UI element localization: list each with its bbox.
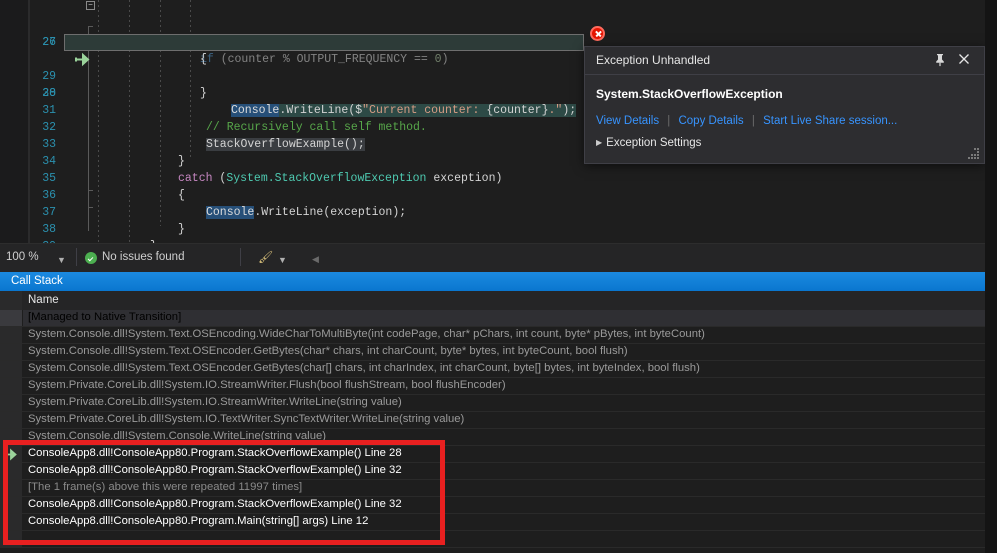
call-stack-row[interactable]: [Managed to Native Transition] [0,310,985,327]
row-gutter [0,429,23,445]
issues-status-label[interactable]: No issues found [102,251,184,263]
call-stack-frame-label: System.Private.CoreLib.dll!System.IO.Str… [28,379,506,391]
exception-popup-titlebar: Exception Unhandled [585,47,984,75]
call-stack-panel[interactable]: Name [Managed to Native Transition] Syste… [0,291,997,553]
row-gutter [0,514,23,530]
call-stack-row[interactable]: System.Private.CoreLib.dll!System.IO.Tex… [0,412,985,429]
call-stack-row[interactable]: System.Console.dll!System.Console.WriteL… [0,429,985,446]
call-stack-frame-label: System.Console.dll!System.Text.OSEncoder… [28,362,700,374]
chevron-right-icon: ▶ [596,138,603,147]
exception-settings-expander[interactable]: ▶ Exception Settings [596,137,701,149]
row-gutter [0,310,23,326]
link-separator: | [751,115,755,127]
pin-icon[interactable] [932,52,948,68]
call-stack-column-header[interactable]: Name [0,291,985,311]
call-stack-row[interactable]: System.Console.dll!System.Text.OSEncoder… [0,361,985,378]
call-stack-row[interactable]: [The 1 frame(s) above this were repeated… [0,480,985,497]
call-stack-row[interactable]: ConsoleApp8.dll!ConsoleApp80.Program.Sta… [0,497,985,514]
chevron-down-icon[interactable]: ▼ [278,255,287,265]
call-stack-rows[interactable]: [Managed to Native Transition] System.Con… [0,310,985,548]
call-stack-frame-label: System.Console.dll!System.Text.OSEncodin… [28,328,705,340]
current-line-highlight [64,34,584,51]
call-stack-panel-header[interactable]: Call Stack [0,272,985,291]
code-cleanup-brush-icon[interactable]: 🖌 [258,250,273,264]
call-stack-frame-label: System.Private.CoreLib.dll!System.IO.Tex… [28,413,465,425]
row-gutter [0,480,23,496]
code-line[interactable]: − 26 if (counter % OUTPUT_FREQUENCY == 0… [0,0,985,66]
exception-helper-popup[interactable]: Exception Unhandled System.StackOverflow… [584,46,985,164]
exception-type-label: System.StackOverflowException [596,87,783,101]
call-stack-frame-label: ConsoleApp8.dll!ConsoleApp80.Program.Sta… [28,498,402,510]
window-right-edge [985,0,997,553]
row-gutter [0,361,23,377]
row-gutter [0,395,23,411]
code-line[interactable]: 38 } [0,204,985,243]
view-details-link[interactable]: View Details [596,115,659,127]
status-separator [240,248,241,266]
resize-grip-icon[interactable] [968,148,980,160]
call-stack-frame-label: System.Console.dll!System.Text.OSEncoder… [28,345,628,357]
call-stack-row[interactable]: ConsoleApp8.dll!ConsoleApp80.Program.Mai… [0,514,985,531]
call-stack-row[interactable]: System.Private.CoreLib.dll!System.IO.Str… [0,395,985,412]
collapse-outline-icon[interactable]: − [86,1,95,10]
call-stack-row[interactable]: ConsoleApp8.dll!ConsoleApp80.Program.Sta… [0,463,985,480]
exception-popup-title: Exception Unhandled [596,53,711,67]
call-stack-frame-label: [Managed to Native Transition] [28,311,182,323]
row-gutter [0,497,23,513]
start-live-share-link[interactable]: Start Live Share session... [763,115,897,127]
call-stack-title: Call Stack [11,275,63,287]
column-header-name[interactable]: Name [28,294,59,306]
call-stack-frame-label: System.Private.CoreLib.dll!System.IO.Str… [28,396,402,408]
row-gutter [0,327,23,343]
zoom-level-label[interactable]: 100 % [6,251,39,263]
scroll-left-icon[interactable]: ◀ [312,254,319,265]
row-gutter [0,378,23,394]
editor-status-bar: 100 % ▼ No issues found 🖌 ▼ ◀ [0,243,997,273]
row-gutter [0,344,23,360]
status-separator [76,248,77,266]
close-icon[interactable] [956,52,972,68]
call-stack-frame-label: ConsoleApp8.dll!ConsoleApp80.Program.Sta… [28,464,402,476]
code-line[interactable]: 27 { [0,17,985,66]
call-stack-row[interactable]: System.Console.dll!System.Text.OSEncoder… [0,344,985,361]
call-stack-frame-label: System.Console.dll!System.Console.WriteL… [28,430,327,442]
call-stack-row[interactable]: System.Console.dll!System.Text.OSEncodin… [0,327,985,344]
column-header-gutter [0,291,22,310]
copy-details-link[interactable]: Copy Details [678,115,743,127]
code-line[interactable]: 39 } [0,221,985,243]
call-stack-frame-label: [The 1 frame(s) above this were repeated… [28,481,303,493]
check-circle-icon [85,252,97,264]
code-line[interactable]: 36 Console.WriteLine(exception); [0,170,985,219]
call-stack-row[interactable]: System.Private.CoreLib.dll!System.IO.Str… [0,378,985,395]
row-gutter [0,463,23,479]
call-stack-frame-label: ConsoleApp8.dll!ConsoleApp80.Program.Sta… [28,447,402,459]
link-separator: | [667,115,671,127]
current-frame-arrow-icon [3,448,19,461]
current-statement-arrow-icon [6,35,90,67]
visual-studio-debugger-window: − 26 if (counter % OUTPUT_FREQUENCY == 0… [0,0,997,553]
code-line[interactable]: 37 } [0,187,985,236]
row-gutter [0,412,23,428]
call-stack-row[interactable] [0,531,985,548]
exception-action-links: View Details | Copy Details | Start Live… [596,115,897,127]
error-marker-icon[interactable] [590,26,605,41]
chevron-down-icon[interactable]: ▼ [57,255,66,265]
call-stack-row[interactable]: ConsoleApp8.dll!ConsoleApp80.Program.Sta… [0,446,985,463]
call-stack-frame-label: ConsoleApp8.dll!ConsoleApp80.Program.Mai… [28,515,369,527]
exception-settings-label: Exception Settings [606,137,702,149]
row-gutter [0,531,23,547]
